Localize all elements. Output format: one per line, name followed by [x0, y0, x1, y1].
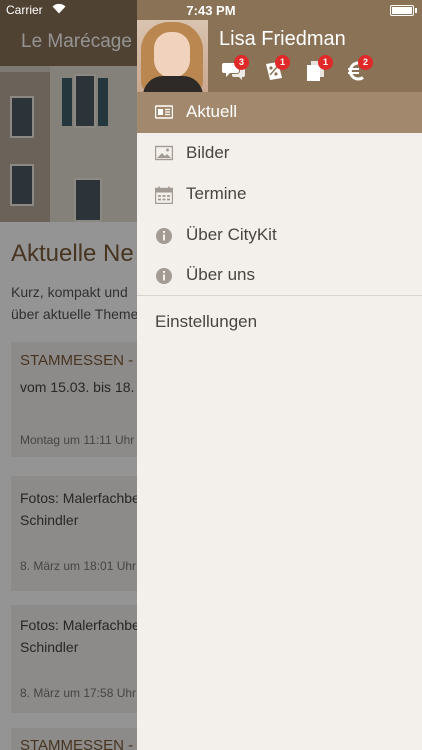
badge-count: 1 — [275, 55, 290, 70]
clock: 7:43 PM — [186, 3, 236, 18]
menu-item-label: Über CityKit — [186, 225, 277, 244]
side-menu: Lisa Friedman 3 1 1 2 Aktuell Bilder Ter… — [137, 0, 422, 750]
menu-item-label: Über uns — [186, 265, 255, 284]
menu-item-settings[interactable]: Einstellungen — [155, 312, 257, 332]
payments-button[interactable]: 2 — [346, 55, 373, 84]
menu-item-ueber-uns[interactable]: Über uns — [137, 255, 422, 296]
battery-icon — [390, 5, 414, 16]
status-bar: Carrier 7:43 PM — [0, 0, 422, 20]
info-icon — [155, 267, 173, 285]
menu-item-label: Aktuell — [186, 102, 238, 121]
image-icon — [154, 145, 174, 163]
menu-item-label: Termine — [186, 184, 247, 203]
documents-button[interactable]: 1 — [306, 55, 333, 84]
avatar[interactable] — [137, 20, 208, 92]
messages-button[interactable]: 3 — [222, 55, 249, 84]
coupons-button[interactable]: 1 — [263, 55, 290, 84]
badge-count: 1 — [318, 55, 333, 70]
newspaper-icon — [154, 104, 174, 122]
info-icon — [155, 227, 173, 245]
badge-count: 3 — [234, 55, 249, 70]
menu-divider — [137, 295, 422, 296]
menu-item-ueber-citykit[interactable]: Über CityKit — [137, 215, 422, 256]
menu-item-bilder[interactable]: Bilder — [137, 133, 422, 174]
calendar-icon — [154, 186, 174, 205]
battery-tip — [415, 8, 417, 13]
menu-item-label: Bilder — [186, 143, 230, 162]
menu-item-aktuell[interactable]: Aktuell — [137, 92, 422, 133]
user-name[interactable]: Lisa Friedman — [219, 28, 346, 51]
menu-item-termine[interactable]: Termine — [137, 174, 422, 215]
badge-count: 2 — [358, 55, 373, 70]
